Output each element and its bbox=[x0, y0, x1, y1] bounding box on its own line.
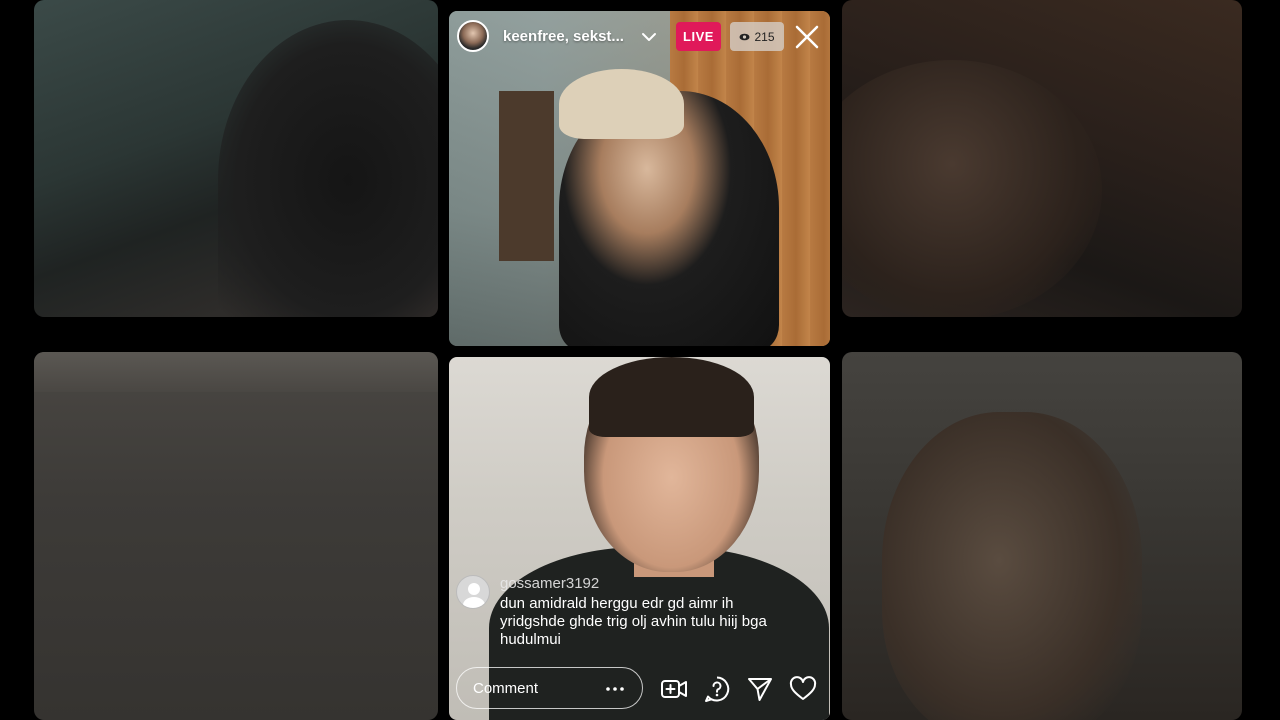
more-icon[interactable] bbox=[605, 687, 625, 691]
viewer-count: 215 bbox=[754, 29, 775, 44]
comment-text: dun amidrald herggu edr gd aimr ih yridg… bbox=[500, 595, 767, 648]
guest-video[interactable] bbox=[449, 357, 830, 720]
eye-icon bbox=[739, 33, 750, 40]
close-icon[interactable] bbox=[794, 24, 820, 50]
live-badge: LIVE bbox=[676, 22, 721, 51]
add-video-icon[interactable] bbox=[660, 675, 688, 703]
background-blur-bottom-left bbox=[34, 352, 438, 720]
comment-placeholder: Comment bbox=[473, 680, 539, 697]
comment-username[interactable]: gossamer3192 bbox=[500, 575, 599, 592]
comment-input[interactable]: Comment bbox=[456, 667, 643, 709]
host-video[interactable] bbox=[449, 11, 830, 346]
heart-icon[interactable] bbox=[789, 675, 817, 703]
background-blur-top-left bbox=[34, 0, 438, 317]
chevron-down-icon[interactable] bbox=[641, 29, 657, 45]
share-icon[interactable] bbox=[746, 675, 774, 703]
question-icon[interactable] bbox=[703, 675, 731, 703]
host-avatar[interactable] bbox=[457, 20, 489, 52]
comment-avatar[interactable] bbox=[456, 575, 490, 609]
viewer-count-badge[interactable]: 215 bbox=[730, 22, 784, 51]
host-name[interactable]: keenfree, sekst... bbox=[503, 28, 624, 45]
background-blur-bottom-right bbox=[842, 352, 1242, 720]
background-blur-top-right bbox=[842, 0, 1242, 317]
